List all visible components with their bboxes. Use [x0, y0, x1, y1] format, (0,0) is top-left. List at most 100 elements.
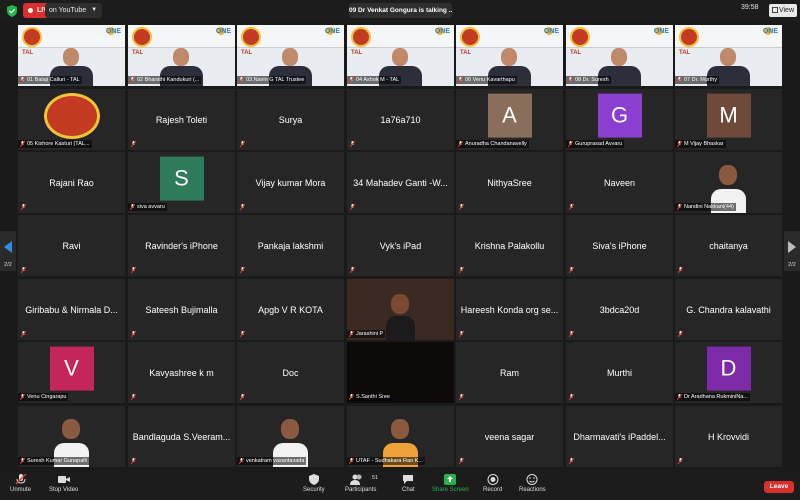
participant-tile[interactable]: D Dr Aradhana RukminiNa... [675, 342, 782, 403]
participant-tile[interactable]: A Anuradha Chandanavelly [456, 89, 563, 150]
event-banner: ONE [18, 25, 125, 48]
participant-tile[interactable]: UTAF - Sudhakara Rao K... [347, 406, 454, 467]
mic-muted-icon [240, 394, 245, 400]
participant-tile[interactable]: Surya [237, 89, 344, 150]
participant-tile[interactable]: Dharmavati's iPaddel... [566, 406, 673, 467]
participant-tile[interactable]: ONE TAL 01 Balaji Calluri - TAL [18, 25, 125, 86]
unmute-button[interactable]: Unmute [10, 474, 31, 493]
stop-video-button[interactable]: Stop Video [49, 474, 78, 493]
participant-tile[interactable]: ONE TAL 03.Navin G TAL Trustee [237, 25, 344, 86]
initial-avatar: D [706, 346, 751, 391]
mic-muted-icon [569, 204, 574, 210]
participant-tile[interactable]: Jarashini P [347, 279, 454, 340]
one-logo-text: ONE [762, 28, 778, 35]
participant-tile[interactable]: Sateesh Bujimalla [128, 279, 235, 340]
share-screen-button[interactable]: Share Screen [432, 474, 469, 493]
participants-button[interactable]: Participants 51 [345, 474, 378, 493]
mic-muted-icon [15, 474, 26, 485]
participant-tile[interactable]: Rajani Rao [18, 152, 125, 213]
meeting-toolbar: Unmute Stop Video Security Participants … [0, 472, 800, 500]
participant-tile[interactable]: Ram [456, 342, 563, 403]
security-button[interactable]: Security [303, 474, 325, 493]
arrow-right-icon [788, 241, 796, 253]
participant-tile[interactable]: Siva's iPhone [566, 215, 673, 276]
participant-tile[interactable]: G. Chandra kalavathi [675, 279, 782, 340]
reactions-button[interactable]: Reactions [519, 474, 546, 493]
participant-tile[interactable]: Krishna Palakollu [456, 215, 563, 276]
leave-button[interactable]: Leave [764, 481, 794, 493]
participant-tile[interactable]: ONE TAL 07 Dr. Murthy [675, 25, 782, 86]
participant-tile[interactable]: NithyaSree [456, 152, 563, 213]
telugu-association-logo-icon [44, 93, 100, 139]
participant-tile[interactable]: Bandlaguda S.Veeram... [128, 406, 235, 467]
participant-tile[interactable]: ONE TAL 04 Ashok M - TAL [347, 25, 454, 86]
mic-muted-icon [459, 394, 464, 400]
participant-tile[interactable]: ONE TAL 02 Bharathi Kandukuri (... [128, 25, 235, 86]
participant-tile[interactable]: 05 Kishore Kasturi (TAL... [18, 89, 125, 150]
participant-tile[interactable]: Doc [237, 342, 344, 403]
event-banner: ONE [347, 25, 454, 48]
participant-tile[interactable]: Suresh Kumar Gunapalli [18, 406, 125, 467]
view-button[interactable]: View [769, 4, 797, 17]
participant-tile[interactable]: veena sagar [456, 406, 563, 467]
mic-muted-icon [677, 77, 682, 83]
participant-tile[interactable]: Apgb V R KOTA [237, 279, 344, 340]
tal-logo-text: TAL [132, 50, 144, 56]
participant-tile[interactable]: Naveen [566, 152, 673, 213]
chat-icon [403, 475, 414, 484]
share-screen-label: Share Screen [432, 487, 469, 493]
participant-name: Giribabu & Nirmala D... [25, 304, 118, 315]
participant-name: Apgb V R KOTA [258, 304, 323, 315]
participant-tile[interactable]: Rajesh Toleti [128, 89, 235, 150]
participant-name: Kavyashree k m [149, 367, 214, 378]
tal-logo-text: TAL [460, 50, 472, 56]
participant-name-label: 03.Navin G TAL Trustee [237, 76, 307, 84]
participant-name: Sateesh Bujimalla [145, 304, 218, 315]
participant-tile[interactable]: Giribabu & Nirmala D... [18, 279, 125, 340]
next-page-button[interactable]: 2/2 [784, 231, 800, 271]
participant-tile[interactable]: Hareesh Konda org se... [456, 279, 563, 340]
participant-tile[interactable]: Pankaja lakshmi [237, 215, 344, 276]
chat-button[interactable]: Chat [402, 474, 415, 493]
participant-tile[interactable]: S.Santhi Sree [347, 342, 454, 403]
tal-logo-text: TAL [22, 50, 34, 56]
participant-name-label: 06 Venu Kavarthapu [456, 76, 517, 84]
participant-tile[interactable]: H Krovvidi [675, 406, 782, 467]
participant-tile[interactable]: Ravi [18, 215, 125, 276]
reactions-label: Reactions [519, 487, 546, 493]
participant-tile[interactable]: venkatram vasantavada [237, 406, 344, 467]
previous-page-button[interactable]: 2/2 [0, 231, 16, 271]
participant-tile[interactable]: 1a76a710 [347, 89, 454, 150]
participant-tile[interactable]: ONE TAL 06 Venu Kavarthapu [456, 25, 563, 86]
participant-tile[interactable]: 34 Mahadev Ganti -W... [347, 152, 454, 213]
mic-muted-icon [20, 458, 25, 464]
record-button[interactable]: Record [483, 474, 502, 493]
stream-destination-dropdown[interactable]: on YouTube ▼ [45, 3, 103, 18]
participant-tile[interactable]: 3bdca20d [566, 279, 673, 340]
mic-muted-icon [678, 267, 683, 273]
participant-tile[interactable]: Nandini Nakkani(44) [675, 152, 782, 213]
participant-tile[interactable]: chaitanya [675, 215, 782, 276]
mic-muted-icon [240, 267, 245, 273]
participant-name: 1a76a710 [380, 114, 421, 125]
chat-label: Chat [402, 487, 415, 493]
participant-name: Vijay kumar Mora [255, 177, 326, 188]
participant-tile[interactable]: Vyk's iPad [347, 215, 454, 276]
participant-tile[interactable]: G Guruprasad Avvaru [566, 89, 673, 150]
participant-tile[interactable]: ONE TAL 08 Dr. Suresh [566, 25, 673, 86]
tal-logo-icon [132, 27, 152, 47]
mic-muted-icon [131, 331, 136, 337]
initial-avatar: M [706, 93, 751, 138]
participant-tile[interactable]: Murthi [566, 342, 673, 403]
participant-tile[interactable]: Ssiva avvaru [128, 152, 235, 213]
participant-tile[interactable]: Vijay kumar Mora [237, 152, 344, 213]
one-logo-text: ONE [324, 28, 340, 35]
participant-tile[interactable]: Kavyashree k m [128, 342, 235, 403]
mic-muted-icon [240, 331, 245, 337]
mic-muted-icon [239, 458, 244, 464]
participant-tile[interactable]: M M Vijay Bhaskar [675, 89, 782, 150]
participant-tile[interactable]: V Venu Cingarapu [18, 342, 125, 403]
reactions-smiley-icon [526, 474, 538, 485]
participant-name: Krishna Palakollu [474, 240, 545, 251]
participant-tile[interactable]: Ravinder's iPhone [128, 215, 235, 276]
